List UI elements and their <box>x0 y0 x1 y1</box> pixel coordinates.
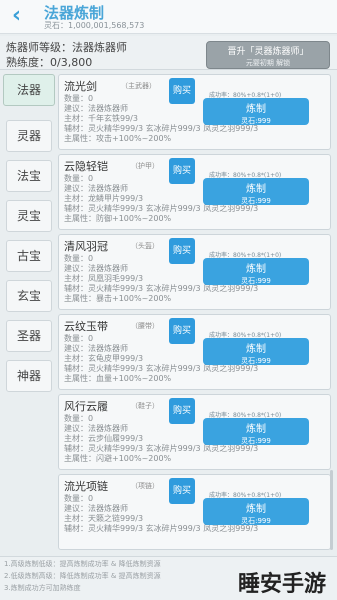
note-line: 1.高级炼制低级：提高炼制成功率 & 降低炼制资源 <box>4 560 161 568</box>
craft-button[interactable]: 炼制 灵石:999 <box>203 338 309 365</box>
site-watermark: 睡安手游网 <box>238 572 327 597</box>
promote-button[interactable]: 晋升「灵器炼器师」 元婴初期 解锁 <box>206 41 330 69</box>
recipe-card: 云隐轻铠 （护甲） 数量：0 建议：法器炼器师 主材：龙鳞甲片999/3 辅材：… <box>58 154 331 230</box>
buy-button[interactable]: 购买 <box>169 478 195 504</box>
item-attribute: 主属性：防御+100%~200% <box>64 214 172 223</box>
buy-button[interactable]: 购买 <box>169 78 195 104</box>
buy-button[interactable]: 购买 <box>169 318 195 344</box>
note-line: 2.低级炼制高级：降低炼制成功率 & 提高炼制资源 <box>4 572 161 580</box>
craft-button[interactable]: 炼制 灵石:999 <box>203 98 309 125</box>
item-attribute: 主属性：闪避+100%~200% <box>64 454 172 463</box>
craft-button[interactable]: 炼制 灵石:999 <box>203 258 309 285</box>
recipe-card: 云纹玉带 （腰带） 数量：0 建议：法器炼器师 主材：玄龟皮甲999/3 辅材：… <box>58 314 331 390</box>
buy-button[interactable]: 购买 <box>169 238 195 264</box>
crafter-level: 炼器师等级：法器炼器师 <box>6 41 127 54</box>
item-name: 风行云履 <box>64 400 108 413</box>
proficiency: 熟练度：0/3,800 <box>6 56 93 69</box>
item-slot: （主武器） <box>121 82 156 90</box>
category-sidebar: 法器 灵器 法宝 灵宝 古宝 玄宝 圣器 神器 <box>3 74 55 554</box>
item-slot: （护甲） <box>131 162 159 170</box>
craft-button[interactable]: 炼制 灵石:999 <box>203 418 309 445</box>
list-scrollbar[interactable] <box>330 470 333 550</box>
craft-label: 炼制 <box>246 104 266 115</box>
item-slot: （腰带） <box>131 322 159 330</box>
craft-cost: 灵石:999 <box>241 197 271 205</box>
recipe-card: 清风羽冠 （头盔） 数量：0 建议：法器炼器师 主材：凤凰羽毛999/3 辅材：… <box>58 234 331 310</box>
spirit-stone-balance: 灵石：1,000,001,568,573 <box>44 21 145 30</box>
item-name: 清风羽冠 <box>64 240 108 253</box>
recipe-card: 流光项链 （项链） 数量：0 建议：法器炼器师 主材：天籁之链999/3 辅材：… <box>58 474 331 550</box>
promote-unlock: 元婴初期 解锁 <box>245 59 291 67</box>
sidebar-item-lingbao[interactable]: 灵宝 <box>6 200 52 232</box>
item-slot: （鞋子） <box>131 402 159 410</box>
sidebar-item-xuanbao[interactable]: 玄宝 <box>6 280 52 312</box>
craft-cost: 灵石:999 <box>241 517 271 525</box>
sidebar-item-fabao[interactable]: 法宝 <box>6 160 52 192</box>
craft-label: 炼制 <box>246 184 266 195</box>
craft-cost: 灵石:999 <box>241 357 271 365</box>
item-slot: （头盔） <box>131 242 159 250</box>
back-arrow-icon[interactable]: ‹ <box>12 5 32 27</box>
header-bar: ‹ 法器炼制 灵石：1,000,001,568,573 <box>0 0 337 34</box>
sidebar-item-shenqi[interactable]: 神器 <box>6 360 52 392</box>
item-name: 云纹玉带 <box>64 320 108 333</box>
craft-label: 炼制 <box>246 424 266 435</box>
recipe-card: 流光剑 （主武器） 数量：0 建议：法器炼器师 主材：千年玄铁99/3 辅材：灵… <box>58 74 331 150</box>
sidebar-item-lingqi[interactable]: 灵器 <box>6 120 52 152</box>
promote-title: 晋升「灵器炼器师」 <box>227 47 309 57</box>
recipe-list[interactable]: 流光剑 （主武器） 数量：0 建议：法器炼器师 主材：千年玄铁99/3 辅材：灵… <box>58 72 334 554</box>
craft-cost: 灵石:999 <box>241 117 271 125</box>
sidebar-item-gubao[interactable]: 古宝 <box>6 240 52 272</box>
crafter-level-panel: 炼器师等级：法器炼器师 熟练度：0/3,800 晋升「灵器炼器师」 元婴初期 解… <box>0 36 337 70</box>
craft-cost: 灵石:999 <box>241 277 271 285</box>
item-name: 流光剑 <box>64 80 97 93</box>
sidebar-item-shengqi[interactable]: 圣器 <box>6 320 52 352</box>
craft-cost: 灵石:999 <box>241 437 271 445</box>
buy-button[interactable]: 购买 <box>169 398 195 424</box>
craft-button[interactable]: 炼制 灵石:999 <box>203 498 309 525</box>
item-name: 流光项链 <box>64 480 108 493</box>
sidebar-item-faqi[interactable]: 法器 <box>3 74 55 106</box>
craft-button[interactable]: 炼制 灵石:999 <box>203 178 309 205</box>
item-attribute: 主属性：暴击+100%~200% <box>64 294 172 303</box>
note-line: 3.炼制成功方可加熟练度 <box>4 584 81 592</box>
item-attribute: 主属性：血量+100%~200% <box>64 374 172 383</box>
recipe-card: 风行云履 （鞋子） 数量：0 建议：法器炼器师 主材：云步仙履999/3 辅材：… <box>58 394 331 470</box>
craft-label: 炼制 <box>246 264 266 275</box>
item-attribute: 主属性：攻击+100%~200% <box>64 134 172 143</box>
craft-label: 炼制 <box>246 344 266 355</box>
item-slot: （项链） <box>131 482 159 490</box>
craft-label: 炼制 <box>246 504 266 515</box>
buy-button[interactable]: 购买 <box>169 158 195 184</box>
item-name: 云隐轻铠 <box>64 160 108 173</box>
